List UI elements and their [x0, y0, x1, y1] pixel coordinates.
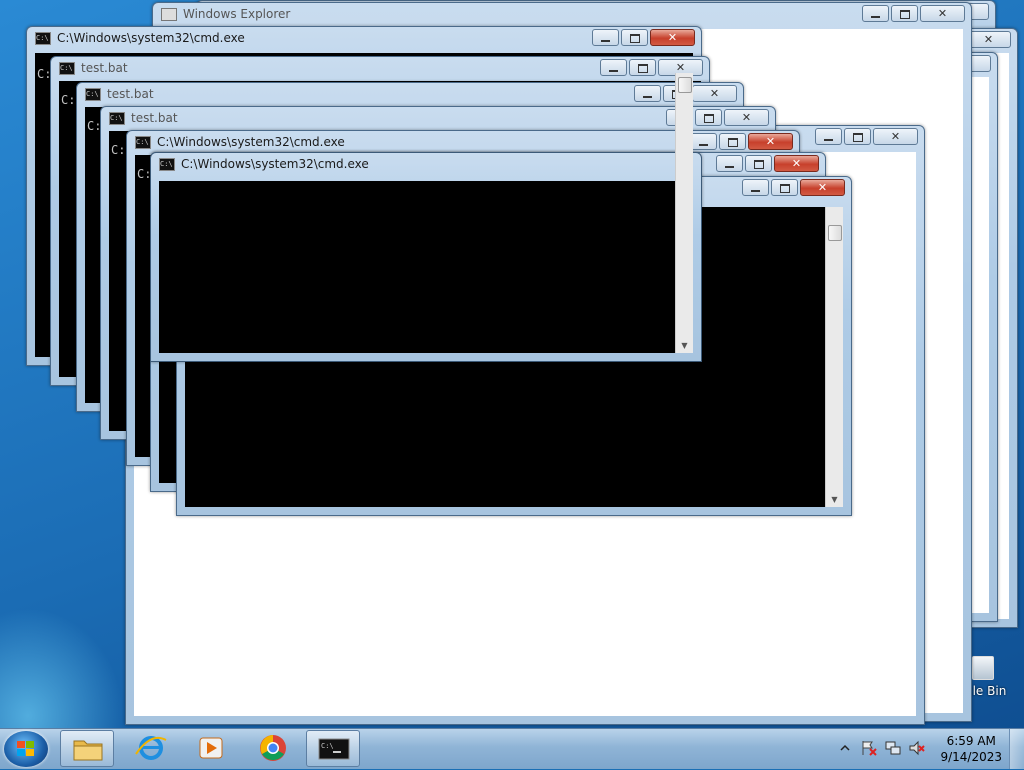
taskbar-chrome-button[interactable]: [246, 730, 300, 767]
scroll-down-arrow[interactable]: ▼: [826, 493, 843, 507]
minimize-button[interactable]: [592, 29, 619, 46]
window-title: test.bat: [81, 61, 128, 75]
window-controls: [716, 155, 819, 172]
console-scrollbar[interactable]: ▼: [675, 73, 693, 353]
minimize-button[interactable]: [716, 155, 743, 172]
media-player-icon: [199, 737, 223, 759]
chrome-icon: [260, 735, 286, 761]
explorer-window-icon: [161, 7, 177, 21]
window-title: test.bat: [107, 87, 154, 101]
close-button[interactable]: [748, 133, 793, 150]
close-button[interactable]: [873, 128, 918, 145]
maximize-button[interactable]: [695, 109, 722, 126]
maximize-button[interactable]: [844, 128, 871, 145]
clock-date: 9/14/2023: [940, 750, 1002, 764]
window-controls: [742, 179, 845, 196]
window-controls: [690, 133, 793, 150]
console-area[interactable]: [159, 181, 675, 353]
window-title: C:\Windows\system32\cmd.exe: [181, 157, 369, 171]
cmd-window-icon: C:\: [59, 61, 75, 75]
volume-muted-icon[interactable]: [908, 739, 926, 757]
svg-text:C:\: C:\: [321, 742, 334, 750]
taskbar-explorer-button[interactable]: [60, 730, 114, 767]
recycle-bin-label: cle Bin: [966, 684, 1007, 698]
window-title: C:\Windows\system32\cmd.exe: [57, 31, 245, 45]
recycle-bin-icon: [972, 656, 994, 680]
title-bar: C:\ test.bat: [109, 107, 665, 129]
minimize-button[interactable]: [742, 179, 769, 196]
cmd-window-active[interactable]: C:\ C:\Windows\system32\cmd.exe ▼: [150, 73, 702, 362]
scrollbar-thumb[interactable]: [678, 77, 692, 93]
taskbar-ie-button[interactable]: [124, 730, 178, 767]
taskbar: C:\ 6:59 AM 9/14/2023: [0, 728, 1024, 769]
maximize-button[interactable]: [621, 29, 648, 46]
title-bar: C:\ test.bat: [59, 57, 599, 79]
close-button[interactable]: [650, 29, 695, 46]
window-controls: [862, 5, 965, 22]
maximize-button[interactable]: [891, 5, 918, 22]
minimize-button[interactable]: [600, 59, 627, 76]
system-tray: 6:59 AM 9/14/2023: [834, 729, 1024, 769]
close-button[interactable]: [800, 179, 845, 196]
window-title: test.bat: [131, 111, 178, 125]
console-prompt: C:: [61, 93, 76, 107]
cmd-window-icon: C:\: [135, 135, 151, 149]
window-controls: [815, 128, 918, 145]
recycle-bin-shortcut[interactable]: cle Bin: [966, 650, 1006, 710]
minimize-button[interactable]: [862, 5, 889, 22]
title-bar: C:\ C:\Windows\system32\cmd.exe: [159, 153, 591, 175]
console-scrollbar[interactable]: ▼: [825, 207, 843, 507]
wallpaper-swoosh: [0, 590, 140, 730]
taskbar-cmd-button[interactable]: C:\: [306, 730, 360, 767]
close-button[interactable]: [692, 85, 737, 102]
maximize-button[interactable]: [629, 59, 656, 76]
close-button[interactable]: [724, 109, 769, 126]
close-button[interactable]: [920, 5, 965, 22]
title-bar: Windows Explorer: [161, 3, 861, 25]
maximize-button[interactable]: [745, 155, 772, 172]
maximize-button[interactable]: [771, 179, 798, 196]
minimize-button[interactable]: [690, 133, 717, 150]
action-center-flag-icon[interactable]: [860, 739, 878, 757]
folder-icon: [73, 740, 103, 761]
close-button[interactable]: [966, 31, 1011, 48]
scroll-down-arrow[interactable]: ▼: [676, 339, 693, 353]
start-button[interactable]: [4, 731, 48, 767]
maximize-button[interactable]: [719, 133, 746, 150]
scrollbar-thumb[interactable]: [828, 225, 842, 241]
cmd-icon: C:\: [318, 738, 350, 760]
title-bar: C:\ C:\Windows\system32\cmd.exe: [35, 27, 591, 49]
system-clock[interactable]: 6:59 AM 9/14/2023: [940, 733, 1002, 765]
cmd-window-icon: C:\: [85, 87, 101, 101]
minimize-button[interactable]: [815, 128, 842, 145]
show-desktop-button[interactable]: [1009, 729, 1024, 769]
windows-logo-icon: [17, 741, 35, 757]
taskbar-media-player-button[interactable]: [184, 730, 238, 767]
close-button[interactable]: [774, 155, 819, 172]
network-icon[interactable]: [884, 739, 902, 757]
cmd-window-icon: C:\: [35, 31, 51, 45]
cmd-window-icon: C:\: [109, 111, 125, 125]
minimize-button[interactable]: [634, 85, 661, 102]
window-title: C:\Windows\system32\cmd.exe: [157, 135, 345, 149]
clock-time: 6:59 AM: [946, 734, 996, 748]
title-bar: C:\ test.bat: [85, 83, 633, 105]
window-title: Windows Explorer: [183, 7, 291, 21]
internet-explorer-icon: [135, 736, 167, 760]
window-controls: [592, 29, 695, 46]
show-hidden-icons-chevron[interactable]: [840, 743, 850, 753]
cmd-window-icon: C:\: [159, 157, 175, 171]
title-bar: C:\ C:\Windows\system32\cmd.exe: [135, 131, 689, 153]
console-prompt: C:: [111, 143, 126, 157]
